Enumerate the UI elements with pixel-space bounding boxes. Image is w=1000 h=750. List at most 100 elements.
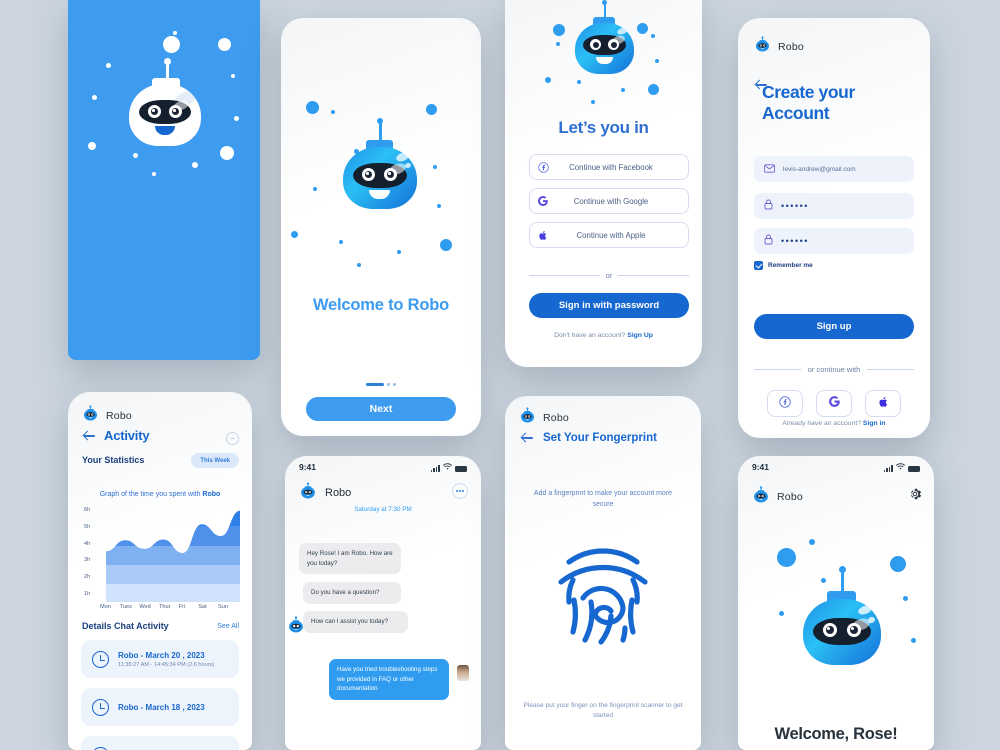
chart-x-tick: Fri <box>178 604 186 610</box>
chart-y-tick: 1h <box>84 591 91 598</box>
app-mockup-board: Welcome to Robo Next Let’s you in Contin… <box>0 0 1000 750</box>
decor-bubble <box>777 548 796 567</box>
decor-bubble <box>591 100 595 104</box>
robot-eye-gleam <box>152 109 155 112</box>
chat-message-bot: How can I assist you today? <box>303 611 408 633</box>
decor-dot <box>231 74 235 78</box>
email-field[interactable]: levis-andrew@gmail.com <box>754 156 914 182</box>
activity-list-item[interactable]: Robo - March 15 , 2023 <box>81 736 239 750</box>
signin-footer: Already have an account? Sign in <box>738 420 930 427</box>
chart-caption-brand: Robo <box>202 491 221 498</box>
confirm-password-value: •••••• <box>781 235 809 246</box>
continue-with-apple-button[interactable]: Continue with Apple <box>529 222 689 248</box>
robot-mascot-white <box>118 58 210 148</box>
divider-label: or continue with <box>807 365 861 374</box>
sign-in-link[interactable]: Sign in <box>863 420 886 427</box>
chart-x-tick: Thur <box>159 604 171 610</box>
decor-dot <box>173 31 177 35</box>
antenna-stick <box>379 122 382 142</box>
robot-pupil <box>592 41 599 48</box>
google-login-button[interactable] <box>816 390 852 417</box>
google-icon <box>828 395 841 413</box>
screen-lets-you-in: Let’s you in Continue with Facebook Cont… <box>505 0 702 367</box>
sign-up-link[interactable]: Sign Up <box>627 332 653 339</box>
period-filter-pill[interactable]: This Week <box>191 453 239 468</box>
activity-header: Activity <box>83 428 150 443</box>
page-title: Welcome, Rose! <box>774 725 898 743</box>
fingerprint-footer: Please put your finger on the fingerprin… <box>523 702 683 719</box>
password-field[interactable]: •••••• <box>754 193 914 219</box>
decor-bubble <box>545 77 551 83</box>
clock-icon <box>92 746 109 750</box>
decor-bubble <box>890 556 906 572</box>
decor-bubble <box>648 84 659 95</box>
wifi-icon <box>896 462 905 472</box>
back-arrow-icon[interactable] <box>521 431 534 444</box>
status-bar: 9:41 <box>285 456 481 478</box>
sign-in-with-password-button[interactable]: Sign in with password <box>529 293 689 318</box>
decor-bubble <box>621 88 625 92</box>
next-button[interactable]: Next <box>306 397 456 421</box>
activity-item-sub: 11:35:27 AM - 14:45:34 PM (2.6 hours) <box>118 661 215 668</box>
apple-login-button[interactable] <box>865 390 901 417</box>
screen-activity: Robo Activity − Your Statistics This Wee… <box>68 392 252 750</box>
robot-mascot-blue <box>798 566 890 666</box>
see-all-link[interactable]: See All <box>217 623 239 630</box>
page-indicator[interactable] <box>281 383 481 386</box>
robot-eye-gleam <box>173 109 176 112</box>
chart-y-tick: 5h <box>84 523 91 530</box>
brand-name: Robo <box>543 411 569 424</box>
activity-list-item[interactable]: Robo - March 18 , 2023 <box>81 688 239 726</box>
robot-eye-gleam <box>366 172 369 175</box>
page-title: Activity <box>104 428 150 443</box>
remember-me-label: Remember me <box>768 262 813 269</box>
decor-bubble <box>437 204 441 208</box>
fingerprint-subtitle: Add a fingerprint to make your account m… <box>533 490 673 508</box>
brand-name: Robo <box>777 491 803 503</box>
page-dot[interactable] <box>387 383 390 386</box>
decor-bubble <box>357 263 361 267</box>
continue-with-facebook-button[interactable]: Continue with Facebook <box>529 154 689 180</box>
app-brand: Robo <box>754 36 804 57</box>
chart-y-tick: 2h <box>84 574 91 581</box>
facebook-login-button[interactable] <box>767 390 803 417</box>
continue-with-facebook-label: Continue with Facebook <box>569 162 653 172</box>
details-title: Details Chat Activity <box>82 621 169 631</box>
back-arrow-icon[interactable] <box>83 429 96 442</box>
clock-icon <box>92 650 109 668</box>
chat-message-bot: Do you have a question? <box>303 582 401 604</box>
robot-eye-gleam <box>851 627 854 630</box>
robo-logo-icon <box>754 36 771 57</box>
chat-menu-button[interactable] <box>452 483 468 499</box>
divider-line <box>618 275 690 276</box>
confirm-password-field[interactable]: •••••• <box>754 228 914 254</box>
apple-icon <box>530 230 556 241</box>
sign-up-button[interactable]: Sign up <box>754 314 914 339</box>
signal-icon <box>430 465 440 472</box>
mail-icon <box>764 160 775 178</box>
decor-dot <box>218 38 231 51</box>
wifi-icon <box>443 462 452 472</box>
remember-me-checkbox[interactable] <box>754 261 763 270</box>
decor-bubble <box>331 110 335 114</box>
chart-x-tick: Tues <box>119 604 132 610</box>
robo-logo-icon <box>519 407 536 428</box>
page-dot-active[interactable] <box>366 383 384 386</box>
robot-mascot-blue <box>337 118 427 213</box>
chart-y-tick: 3h <box>84 557 91 564</box>
collapse-button[interactable]: − <box>226 432 239 445</box>
decor-dot <box>192 162 198 168</box>
continue-with-google-button[interactable]: Continue with Google <box>529 188 689 214</box>
remember-me-row[interactable]: Remember me <box>754 261 813 270</box>
gear-icon[interactable] <box>908 487 922 506</box>
clock-icon <box>92 698 109 716</box>
signup-footer: Don't have an account? Sign Up <box>505 332 702 339</box>
page-dot[interactable] <box>393 383 396 386</box>
decor-dot <box>133 153 138 158</box>
robot-mascot-blue <box>570 0 640 82</box>
fingerprint-icon[interactable] <box>553 536 653 653</box>
divider-or: or <box>529 271 690 280</box>
activity-list-item[interactable]: Robo - March 20 , 2023 11:35:27 AM - 14:… <box>81 640 239 678</box>
chat-timestamp: Saturday at 7:30 PM <box>354 506 412 513</box>
status-icons <box>883 462 920 472</box>
